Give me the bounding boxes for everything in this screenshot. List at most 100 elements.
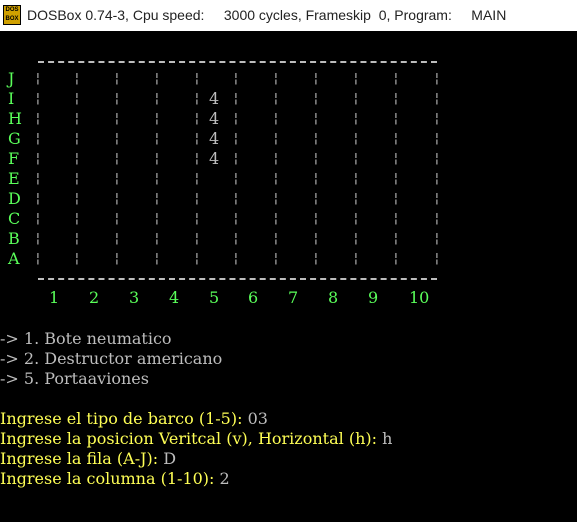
grid-separator: ¦ xyxy=(352,151,360,166)
grid-separator: ¦ xyxy=(34,251,42,266)
grid-separator: ¦ xyxy=(312,251,320,266)
prompt-value[interactable]: 03 xyxy=(248,409,268,428)
grid-separator: ¦ xyxy=(113,231,121,246)
title-bar: DOS BOX DOSBox 0.74-3, Cpu speed: 3000 c… xyxy=(0,0,577,31)
prompt-label: Ingrese la posicion Veritcal (v), Horizo… xyxy=(0,429,383,448)
row-label-a: A xyxy=(8,249,20,268)
row-label-g: G xyxy=(8,129,21,148)
dos-screen[interactable]: J ¦ ¦ ¦ ¦ ¦ ¦ ¦ ¦ ¦ ¦ ¦ I ¦ ¦ ¦ ¦ ¦ ¦ ¦ ¦ ¦ ¦ ¦ H ¦ ¦ ¦ ¦ ¦ ¦ ¦ ¦ ¦ ¦ ¦ G ¦ ¦ ¦… xyxy=(0,31,577,522)
column-label-10: 10 xyxy=(409,288,430,307)
grid-separator: ¦ xyxy=(392,71,400,86)
grid-separator: ¦ xyxy=(232,151,240,166)
grid-separator: ¦ xyxy=(193,251,201,266)
grid-separator: ¦ xyxy=(433,191,441,206)
prompt-label: Ingrese el tipo de barco (1-5): xyxy=(0,409,248,428)
grid-separator: ¦ xyxy=(73,171,81,186)
grid-separator: ¦ xyxy=(352,71,360,86)
grid-separator: ¦ xyxy=(232,171,240,186)
ship-cell: 4 xyxy=(209,149,220,168)
row-label-b: B xyxy=(8,229,20,248)
grid-separator: ¦ xyxy=(433,151,441,166)
grid-separator: ¦ xyxy=(232,251,240,266)
grid-separator: ¦ xyxy=(272,131,280,146)
grid-separator: ¦ xyxy=(73,151,81,166)
grid-separator: ¦ xyxy=(153,91,161,106)
grid-separator: ¦ xyxy=(153,231,161,246)
row-label-j: J xyxy=(8,69,15,88)
grid-separator: ¦ xyxy=(34,211,42,226)
grid-separator: ¦ xyxy=(34,231,42,246)
prompt-value[interactable]: h xyxy=(382,429,392,448)
column-label-8: 8 xyxy=(328,288,339,307)
grid-separator: ¦ xyxy=(153,151,161,166)
grid-separator: ¦ xyxy=(193,231,201,246)
grid-separator: ¦ xyxy=(352,191,360,206)
grid-separator: ¦ xyxy=(272,71,280,86)
grid-separator: ¦ xyxy=(392,231,400,246)
grid-separator: ¦ xyxy=(272,211,280,226)
prompt-label: Ingrese la columna (1-10): xyxy=(0,469,220,488)
grid-separator: ¦ xyxy=(113,191,121,206)
grid-separator: ¦ xyxy=(73,231,81,246)
grid-separator: ¦ xyxy=(312,91,320,106)
grid-separator: ¦ xyxy=(232,231,240,246)
grid-separator: ¦ xyxy=(73,251,81,266)
grid-separator: ¦ xyxy=(433,231,441,246)
grid-separator: ¦ xyxy=(272,171,280,186)
column-label-5: 5 xyxy=(209,288,220,307)
grid-separator: ¦ xyxy=(272,111,280,126)
window-title: DOSBox 0.74-3, Cpu speed: 3000 cycles, F… xyxy=(27,7,507,23)
grid-separator: ¦ xyxy=(433,91,441,106)
grid-separator: ¦ xyxy=(272,91,280,106)
ship-cell: 4 xyxy=(209,109,220,128)
grid-separator: ¦ xyxy=(73,211,81,226)
grid-separator: ¦ xyxy=(232,91,240,106)
prompt-value[interactable]: D xyxy=(163,449,176,468)
grid-separator: ¦ xyxy=(232,111,240,126)
grid-separator: ¦ xyxy=(113,131,121,146)
dosbox-icon[interactable]: DOS BOX xyxy=(3,5,21,25)
grid-separator: ¦ xyxy=(312,131,320,146)
grid-separator: ¦ xyxy=(433,171,441,186)
grid-separator: ¦ xyxy=(193,211,201,226)
grid-separator: ¦ xyxy=(153,131,161,146)
grid-separator: ¦ xyxy=(352,171,360,186)
grid-separator: ¦ xyxy=(232,191,240,206)
grid-separator: ¦ xyxy=(272,151,280,166)
row-label-d: D xyxy=(8,189,21,208)
grid-separator: ¦ xyxy=(73,191,81,206)
grid-separator: ¦ xyxy=(352,251,360,266)
grid-separator: ¦ xyxy=(153,171,161,186)
grid-separator: ¦ xyxy=(352,211,360,226)
grid-separator: ¦ xyxy=(433,71,441,86)
grid-separator: ¦ xyxy=(113,91,121,106)
prompt-value[interactable]: 2 xyxy=(220,469,230,488)
grid-separator: ¦ xyxy=(232,71,240,86)
ship-menu-item: -> 5. Portaaviones xyxy=(0,369,149,388)
grid-separator: ¦ xyxy=(352,91,360,106)
row-label-f: F xyxy=(8,149,20,168)
grid-separator: ¦ xyxy=(312,211,320,226)
grid-separator: ¦ xyxy=(153,71,161,86)
grid-separator: ¦ xyxy=(153,211,161,226)
grid-separator: ¦ xyxy=(73,91,81,106)
column-label-2: 2 xyxy=(89,288,100,307)
ship-cell: 4 xyxy=(209,89,220,108)
grid-separator: ¦ xyxy=(34,131,42,146)
grid-separator: ¦ xyxy=(193,91,201,106)
grid-separator: ¦ xyxy=(153,111,161,126)
grid-separator: ¦ xyxy=(392,111,400,126)
grid-separator: ¦ xyxy=(433,211,441,226)
grid-separator: ¦ xyxy=(433,131,441,146)
grid-separator: ¦ xyxy=(153,251,161,266)
grid-separator: ¦ xyxy=(392,91,400,106)
grid-separator: ¦ xyxy=(73,71,81,86)
grid-separator: ¦ xyxy=(312,71,320,86)
grid-separator: ¦ xyxy=(392,251,400,266)
grid-separator: ¦ xyxy=(34,171,42,186)
grid-separator: ¦ xyxy=(193,131,201,146)
grid-separator: ¦ xyxy=(392,211,400,226)
grid-separator: ¦ xyxy=(113,111,121,126)
grid-separator: ¦ xyxy=(113,211,121,226)
grid-separator: ¦ xyxy=(113,151,121,166)
